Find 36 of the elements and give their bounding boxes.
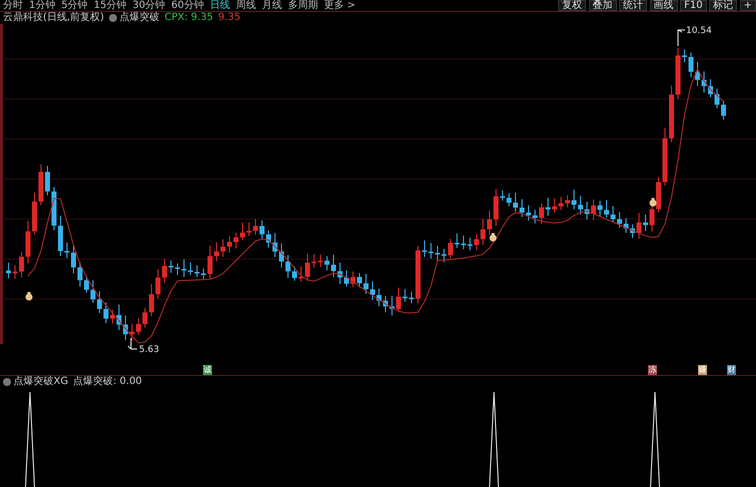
high-price-label: 10.54	[686, 26, 712, 36]
indicator-icon	[108, 14, 117, 22]
indicator-reading: CPX: 9.35	[164, 12, 214, 24]
money-bag-icon	[26, 292, 32, 300]
signal-marker: 财	[727, 365, 736, 375]
period-tab[interactable]: 更多 >	[320, 0, 359, 11]
period-tab[interactable]: 5分钟	[58, 0, 91, 11]
period-tab[interactable]: 月线	[258, 0, 285, 11]
low-price-marker-icon	[128, 338, 138, 350]
signal-marker: 赚	[698, 365, 707, 375]
period-tab[interactable]: 分时	[0, 0, 26, 11]
panel-reading: 点爆突破: 0.00	[73, 376, 142, 388]
toolbar-button[interactable]: 画线	[650, 0, 678, 11]
signal-marker: 冻	[648, 365, 657, 375]
period-tab[interactable]: 日线	[206, 0, 233, 11]
period-tab[interactable]: 15分钟	[90, 0, 130, 11]
period-tab[interactable]: 30分钟	[129, 0, 168, 11]
low-price-label: 5.63	[139, 345, 160, 355]
money-bag-icon	[490, 233, 496, 242]
panel-title: 点爆突破XG	[14, 376, 68, 388]
period-tab[interactable]: 60分钟	[168, 0, 207, 11]
period-tab[interactable]: 周线	[232, 0, 259, 11]
high-price-marker-icon	[678, 29, 686, 46]
indicator-reading: 9.35	[218, 12, 240, 24]
toolbar-button[interactable]: 叠加	[588, 0, 617, 11]
signal-marker: 诚	[203, 365, 212, 375]
indicator-icon	[3, 378, 11, 386]
toolbar-button[interactable]: 标记	[709, 0, 738, 11]
chart-title: 云鼎科技(日线,前复权)	[3, 12, 104, 24]
toolbar-button[interactable]: +	[740, 0, 756, 11]
money-bag-icon	[650, 198, 656, 206]
toolbar-button[interactable]: F10	[680, 0, 707, 11]
indicator-name: 点爆突破	[119, 12, 160, 24]
toolbar-button[interactable]: 复权	[558, 0, 586, 11]
period-tab[interactable]: 1分钟	[26, 0, 58, 11]
period-tab[interactable]: 多周期	[284, 0, 321, 11]
